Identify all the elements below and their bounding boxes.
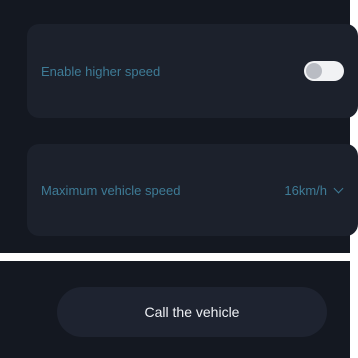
max-speed-select[interactable]: 16km/h — [284, 183, 344, 198]
max-speed-label: Maximum vehicle speed — [41, 182, 181, 198]
higher-speed-label: Enable higher speed — [41, 63, 161, 79]
higher-speed-toggle[interactable] — [304, 61, 344, 81]
chevron-down-icon — [333, 183, 344, 193]
max-speed-setting: Maximum vehicle speed 16km/h — [27, 144, 358, 236]
max-speed-value: 16km/h — [284, 182, 327, 198]
higher-speed-setting: Enable higher speed — [27, 24, 358, 118]
call-vehicle-button[interactable]: Call the vehicle — [57, 287, 327, 337]
toggle-knob — [306, 63, 322, 79]
settings-panel: Enable higher speed Maximum vehicle spee… — [0, 0, 358, 253]
